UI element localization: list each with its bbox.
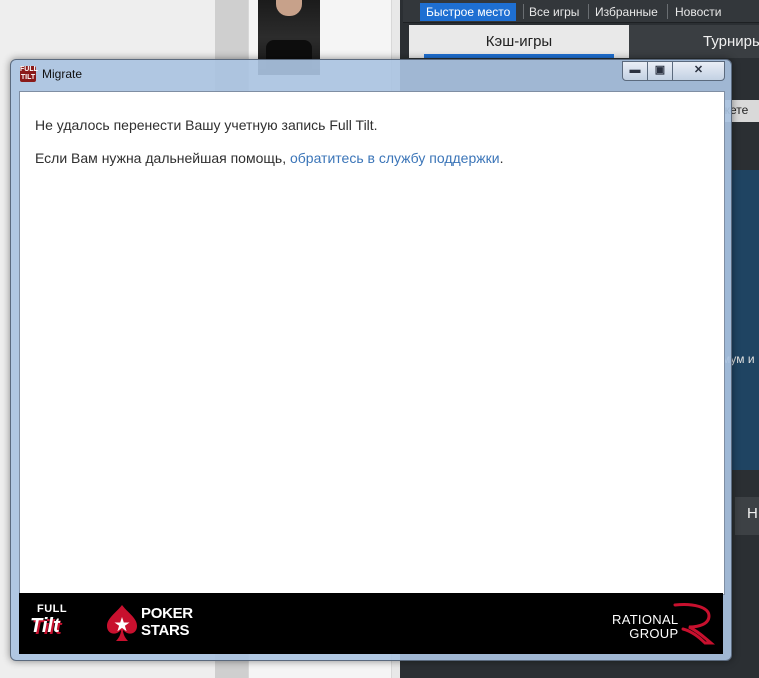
error-message: Не удалось перенести Вашу учетную запись… (35, 117, 378, 133)
lobby-tab-quick-seat[interactable]: Быстрое место (420, 3, 517, 21)
help-prefix: Если Вам нужна дальнейшая помощь, (35, 150, 290, 166)
lobby-tab-news[interactable]: Новости (669, 3, 727, 21)
dialog-content: Не удалось перенести Вашу учетную запись… (19, 91, 725, 595)
pokerstars-spade-icon (107, 605, 137, 641)
help-message: Если Вам нужна дальнейшая помощь, обрати… (35, 150, 503, 166)
close-button[interactable]: ✕ (672, 61, 725, 81)
window-controls: ▬ ▣ ✕ (622, 61, 725, 81)
minimize-button[interactable]: ▬ (622, 61, 648, 81)
tab-separator (667, 4, 668, 19)
fragment-text-c: Н (747, 505, 758, 522)
full-tilt-logo-bottom: Tilt (30, 615, 60, 637)
lobby-tab-all-games[interactable]: Все игры (523, 3, 585, 21)
lobby-cash-games-tab[interactable]: Кэш-игры (409, 25, 629, 58)
minimize-icon: ▬ (629, 64, 641, 76)
pokerstars-line1: POKER (141, 605, 193, 622)
maximize-icon: ▣ (654, 64, 666, 76)
close-icon: ✕ (693, 64, 704, 76)
photo-face-shape (276, 0, 302, 16)
migrate-window: FULL TILT Migrate ▬ ▣ ✕ Не удалось перен… (10, 59, 732, 661)
background-button-fragment[interactable]: Н (735, 497, 759, 535)
rational-group-r-icon (673, 603, 715, 645)
pokerstars-line2: STARS (141, 622, 190, 639)
full-tilt-app-icon: FULL TILT (20, 66, 38, 82)
support-link[interactable]: обратитесь в службу поддержки (290, 150, 500, 166)
full-tilt-logo: FULL Tilt (30, 603, 86, 645)
tournaments-label: Турниры (703, 33, 759, 50)
lobby-tab-favorites[interactable]: Избранные (589, 3, 664, 21)
window-title: Migrate (42, 67, 83, 81)
pokerstars-wordmark: POKER STARS (141, 605, 193, 639)
brand-footer: FULL Tilt POKER STARS RATIONAL GROUP (19, 593, 723, 654)
background-lobby-tabs: Быстрое место Все игры Избранные Новости (403, 0, 759, 23)
full-tilt-logo-top: FULL (37, 603, 68, 615)
maximize-button[interactable]: ▣ (647, 61, 673, 81)
lobby-tournaments-tab[interactable]: Турниры (629, 25, 759, 58)
cash-games-active-indicator (424, 54, 614, 58)
window-titlebar[interactable]: FULL TILT Migrate ▬ ▣ ✕ (11, 60, 731, 90)
help-suffix: . (499, 150, 504, 166)
